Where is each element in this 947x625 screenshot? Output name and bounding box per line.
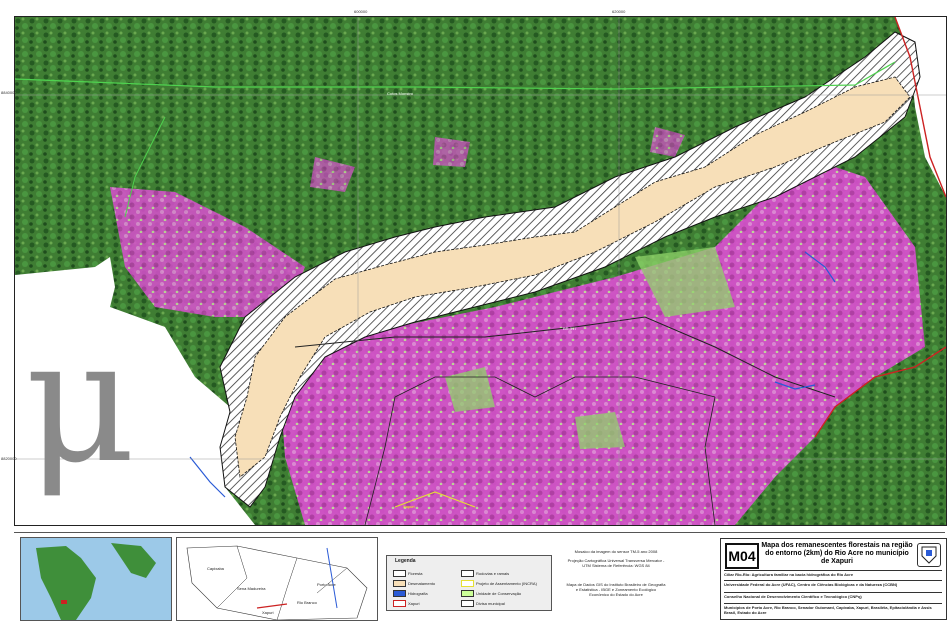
legend-item-hidrografia: Hidrografia <box>393 590 428 597</box>
tick-side-1: 8840000 <box>1 90 17 95</box>
legend-label: Desmatamento <box>408 581 436 586</box>
legend-label: Divisa municipal <box>476 601 505 606</box>
university-seal <box>917 543 941 567</box>
title-block: M04 Mapa dos remanescentes florestais na… <box>720 538 947 620</box>
legend-box: Legenda Floresta Desmatamento Hidrografi… <box>386 555 552 611</box>
satellite-map <box>15 17 946 525</box>
legend-swatch <box>461 600 474 607</box>
legend-label: Projeto de Assentamento (INCRA) <box>476 581 537 586</box>
credit-line-4: Municípios de Porto Acre, Rio Branco, Se… <box>724 603 942 615</box>
legend-item-floresta: Floresta <box>393 570 422 577</box>
place-label-xapuri: Xapuri <box>403 504 415 509</box>
map-frame[interactable]: Cotos Monstro BR-317 Xapuri μ <box>14 16 947 526</box>
note-base: Mapa de Dados GIS do Instituto Brasileir… <box>566 582 666 597</box>
municipality-shapes <box>186 545 368 621</box>
note-mosaic: Mosaico da imagem do sensor TM-5 ano 200… <box>574 549 658 554</box>
inset-label-rio-branco: Rio Branco <box>297 600 317 605</box>
legend-swatch <box>393 580 406 587</box>
legend-label: Rodovias e ramais <box>476 571 510 576</box>
continent-shape <box>21 538 171 620</box>
legend-label: Floresta <box>408 571 423 576</box>
legend-swatch <box>393 570 406 577</box>
legend-swatch <box>393 590 406 597</box>
notes-block: Mosaico da imagem do sensor TM-5 ano 200… <box>566 549 666 597</box>
tick-top-1: 600000 <box>354 9 368 14</box>
legend-item-rodovias: Rodovias e ramais <box>461 570 509 577</box>
map-code: M04 <box>725 543 759 569</box>
legend-item-desmatamento: Desmatamento <box>393 580 435 587</box>
inset-label-xapuri: Xapuri <box>262 610 274 615</box>
credit-line-2: Universidade Federal do Acre (UFAC), Cen… <box>724 580 942 587</box>
legend-swatch <box>393 600 406 607</box>
inset-label-capixaba: Capixaba <box>207 566 224 571</box>
legend-swatch <box>461 590 474 597</box>
legend-label: Unidade de Conservação <box>476 591 522 596</box>
legend-label: Hidrografia <box>408 591 428 596</box>
inset-label-porto-acre: Porto Acre <box>317 582 336 587</box>
tick-side-2: 8820000 <box>1 456 17 461</box>
inset-location-map <box>20 537 172 621</box>
map-title: Mapa dos remanescentes florestais na reg… <box>761 542 913 565</box>
place-label-road: BR-317 <box>563 326 577 331</box>
legend-item-xapuri: Xapuri <box>393 600 420 607</box>
north-symbol: μ <box>25 303 136 501</box>
tick-top-2: 620000 <box>612 9 626 14</box>
place-label-cotos: Cotos Monstro <box>387 91 414 96</box>
credit-line-3: Conselho Nacional de Desenvolvimento Cie… <box>724 592 942 599</box>
legend-item-uc: Unidade de Conservação <box>461 590 521 597</box>
legend-label: Xapuri <box>408 601 420 606</box>
credit-line-1: Cíliar Rio-Rio: Agricultura familiar na … <box>724 570 942 577</box>
legend-item-divisa: Divisa municipal <box>461 600 505 607</box>
inset-label-sena: Sena Madureira <box>237 586 266 591</box>
note-projection: Projeção Cartográfica Universal Transver… <box>567 558 665 568</box>
legend-title: Legenda <box>395 558 416 564</box>
legend-swatch <box>461 570 474 577</box>
legend-swatch <box>461 580 474 587</box>
inset-municipalities: Porto Acre Rio Branco Sena Madureira Xap… <box>176 537 378 621</box>
legend-item-projeto: Projeto de Assentamento (INCRA) <box>461 580 537 587</box>
